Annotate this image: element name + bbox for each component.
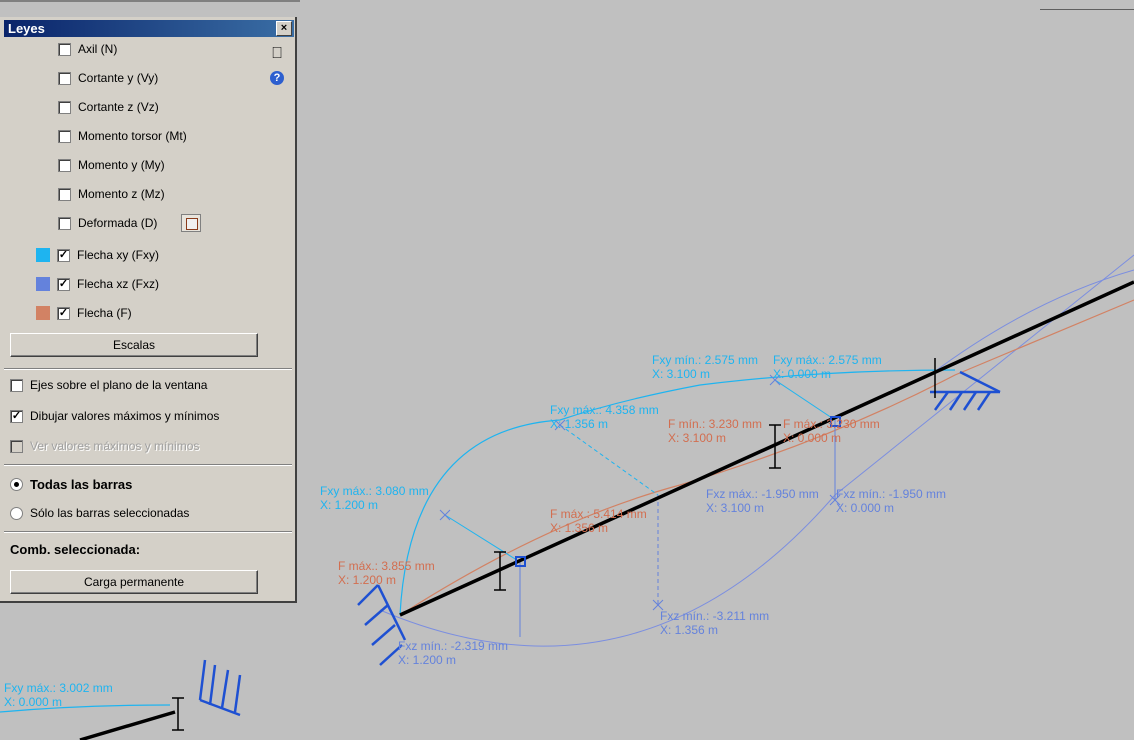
separator (4, 531, 292, 533)
f-labels: F mín.: 3.230 mm X: 3.100 m F máx.: 3.23… (338, 417, 880, 587)
f-max-3: F máx.: 3.855 mm (338, 559, 435, 573)
close-icon[interactable]: × (276, 21, 292, 36)
fxy-max-3-x: X: 1.200 m (320, 498, 378, 512)
law-row-cortante-y[interactable]: Cortante y (Vy) (58, 67, 158, 89)
scope-label: Todas las barras (30, 476, 133, 492)
law-label: Cortante y (Vy) (78, 71, 159, 85)
scope-row-selected[interactable]: Sólo las barras seleccionadas (10, 502, 189, 524)
deflection-row-fxz[interactable]: ✓ Flecha xz (Fxz) (36, 273, 159, 295)
projection-line (559, 424, 659, 496)
law-row-cortante-z[interactable]: Cortante z (Vz) (58, 96, 159, 118)
color-swatch[interactable] (36, 277, 50, 291)
option-row-draw-extremes[interactable]: ✓ Dibujar valores máximos y mínimos (10, 405, 219, 427)
scope-radio[interactable] (10, 477, 23, 491)
projection-line-6 (774, 379, 836, 421)
law-label: Momento y (My) (78, 158, 165, 172)
deflection-label: Flecha xz (Fxz) (77, 277, 160, 291)
panel-title: Leyes (8, 21, 45, 36)
fxy-max-1: Fxy máx.: 2.575 mm (773, 353, 882, 367)
color-swatch[interactable] (36, 306, 50, 320)
laws-panel: Leyes × ⎕ ? Axil (N) Cortante y (Vy) Cor… (0, 17, 297, 603)
fxy-max-3: Fxy máx.: 3.080 mm (320, 484, 429, 498)
law-checkbox[interactable] (58, 158, 71, 172)
f-max-2-x: X: 1.356 m (550, 521, 608, 535)
scope-label: Sólo las barras seleccionadas (30, 506, 190, 520)
law-checkbox[interactable] (58, 129, 71, 143)
law-label: Momento z (Mz) (78, 187, 165, 201)
book-icon-button[interactable]: ⎕ (268, 45, 286, 63)
option-label: Dibujar valores máximos y mínimos (30, 409, 220, 423)
book-icon: ⎕ (272, 45, 282, 62)
option-checkbox[interactable]: ✓ (10, 409, 23, 423)
law-row-momento-y[interactable]: Momento y (My) (58, 154, 165, 176)
deflection-label: Flecha (F) (77, 306, 132, 320)
fixed-support-right (930, 370, 1001, 411)
option-label: Ver valores máximos y mínimos (30, 439, 200, 453)
f-max-1-x: X: 0.000 m (783, 431, 841, 445)
scales-button[interactable]: Escalas (10, 333, 258, 357)
fxz-min-2: Fxz mín.: -3.211 mm (660, 609, 769, 623)
fxz-max-1: Fxz máx.: -1.950 mm (706, 487, 819, 501)
animation-icon[interactable] (181, 214, 201, 232)
fixed-support-bottom (198, 659, 242, 717)
f-min-1-x: X: 3.100 m (668, 431, 726, 445)
separator (4, 464, 292, 466)
fxy-max-2: Fxy máx.: 4.358 mm (550, 403, 659, 417)
fxz-min-1-x: X: 0.000 m (836, 501, 894, 515)
combination-heading: Comb. seleccionada: (10, 541, 141, 557)
color-swatch[interactable] (36, 248, 50, 262)
fxz-min-1: Fxz mín.: -1.950 mm (836, 487, 946, 501)
law-label: Cortante z (Vz) (78, 100, 159, 114)
fxy-min-1: Fxy mín.: 2.575 mm (652, 353, 758, 367)
f-min-1: F mín.: 3.230 mm (668, 417, 762, 431)
fxz-min-3-x: X: 1.200 m (398, 653, 456, 667)
fxy-min-1-x: X: 3.100 m (652, 367, 710, 381)
separator (4, 368, 292, 370)
deflection-checkbox[interactable]: ✓ (57, 306, 70, 320)
law-row-axil[interactable]: Axil (N) (58, 38, 117, 60)
help-icon: ? (270, 71, 284, 85)
scope-radio[interactable] (10, 506, 23, 520)
law-checkbox[interactable] (58, 100, 71, 114)
combination-button[interactable]: Carga permanente (10, 570, 258, 594)
option-checkbox[interactable] (10, 378, 23, 392)
law-row-deformada[interactable]: Deformada (D) (58, 212, 157, 234)
law-checkbox[interactable] (58, 71, 71, 85)
panel-title-bar[interactable]: Leyes × (4, 20, 294, 37)
option-row-view-extremes: Ver valores máximos y mínimos (10, 435, 199, 457)
deflection-row-fxy[interactable]: ✓ Flecha xy (Fxy) (36, 244, 159, 266)
deflection-row-f[interactable]: ✓ Flecha (F) (36, 302, 132, 324)
deflection-checkbox[interactable]: ✓ (57, 277, 70, 291)
projection-line-5 (444, 514, 521, 563)
fxy-max-4-x: X: 0.000 m (4, 695, 62, 709)
fxy-max-1-x: X: 0.000 m (773, 367, 831, 381)
option-row-axes[interactable]: Ejes sobre el plano de la ventana (10, 374, 207, 396)
deflection-label: Flecha xy (Fxy) (77, 248, 160, 262)
f-max-2: F máx.: 5.414 mm (550, 507, 647, 521)
law-row-momento-torsor[interactable]: Momento torsor (Mt) (58, 125, 187, 147)
law-label: Deformada (D) (78, 216, 158, 230)
f-curve (404, 299, 1134, 613)
scope-row-all[interactable]: Todas las barras (10, 473, 132, 495)
bar-element[interactable] (399, 280, 1134, 617)
deflection-checkbox[interactable]: ✓ (57, 248, 70, 262)
option-checkbox (10, 439, 23, 453)
option-label: Ejes sobre el plano de la ventana (30, 378, 208, 392)
law-label: Momento torsor (Mt) (78, 129, 187, 143)
help-button[interactable]: ? (268, 69, 286, 87)
fxy-max-2-x: X: 1.356 m (550, 417, 608, 431)
fxz-curve (379, 254, 1134, 647)
law-checkbox[interactable] (58, 187, 71, 201)
f-max-1: F máx.: 3.230 mm (783, 417, 880, 431)
fxy-max-4: Fxy máx.: 3.002 mm (4, 681, 113, 695)
law-row-momento-z[interactable]: Momento z (Mz) (58, 183, 165, 205)
law-checkbox[interactable] (58, 216, 71, 230)
bar-element-lower[interactable] (79, 710, 176, 740)
fxz-min-3: Fxz mín.: -2.319 mm (398, 639, 508, 653)
fxz-max-1-x: X: 3.100 m (706, 501, 764, 515)
f-max-3-x: X: 1.200 m (338, 573, 396, 587)
law-label: Axil (N) (78, 42, 118, 56)
law-checkbox[interactable] (58, 42, 71, 56)
fxz-min-2-x: X: 1.356 m (660, 623, 718, 637)
